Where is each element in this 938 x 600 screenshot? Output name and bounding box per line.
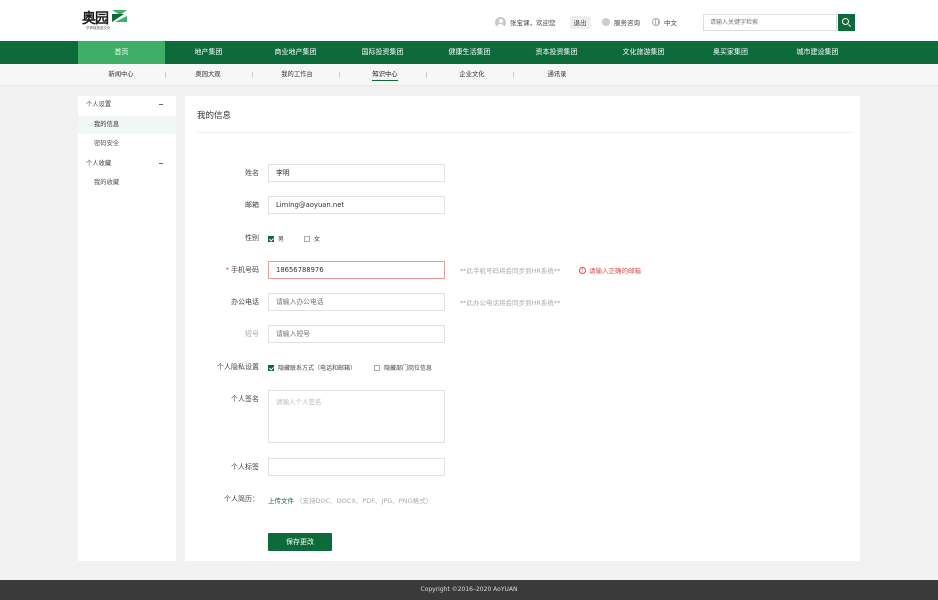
subnav-news[interactable]: 新闻中心: [107, 64, 135, 86]
name-label: 姓名: [245, 169, 259, 177]
service-label: 服务咨询: [614, 19, 640, 27]
privacy-hide-contact-option[interactable]: 隐藏联系方式（电话和邮箱）: [268, 363, 356, 372]
nav-real-estate[interactable]: 地产集团: [165, 41, 252, 64]
page-title: 我的信息: [197, 111, 232, 121]
logo[interactable]: 奥园 华侨城旅游文化: [82, 8, 128, 34]
error-icon: !: [579, 266, 586, 274]
checkbox-icon: [304, 235, 310, 242]
sidebar-group-favorites[interactable]: 个人收藏: [78, 155, 176, 173]
office-phone-hint: **此办公电话将会同步到HR系统**: [460, 299, 561, 307]
nav-home[interactable]: 首页: [78, 41, 165, 64]
service-link[interactable]: 服务咨询: [602, 17, 640, 27]
subnav-culture[interactable]: 企业文化: [458, 64, 486, 86]
sidebar-group-personal-settings[interactable]: 个人设置: [78, 96, 176, 114]
sidebar-item-password[interactable]: 密码安全: [78, 135, 176, 153]
office-phone-field[interactable]: [268, 293, 445, 311]
short-number-field[interactable]: [268, 325, 445, 343]
sidebar: 个人设置 我的信息 密码安全 个人收藏 我的收藏: [78, 96, 176, 561]
language-switch[interactable]: 中文: [652, 17, 677, 27]
sidebar-item-my-favorites[interactable]: 我的收藏: [78, 174, 176, 192]
gender-label: 性别: [245, 234, 259, 242]
tags-field[interactable]: [268, 458, 445, 476]
globe-icon: [652, 18, 660, 26]
user-area: 张宝课，欢迎您 退出: [495, 15, 591, 29]
nav-aomaijia[interactable]: 奥买家集团: [687, 41, 774, 64]
profile-form-panel: 我的信息 姓名 李明 邮箱 Liming@aoyuan.net 性别 男 女 *…: [185, 96, 860, 561]
save-button[interactable]: 保存更改: [268, 533, 332, 551]
privacy-label: 个人隐私设置: [217, 363, 259, 371]
search-button[interactable]: [838, 14, 855, 31]
signature-textarea[interactable]: 请输入个人签名: [268, 390, 445, 443]
sidebar-group-label: 个人收藏: [86, 160, 112, 167]
phone-hint: **此手机号码将会同步到HR系统**: [460, 267, 561, 275]
gender-male-option[interactable]: 男: [268, 234, 284, 243]
short-number-label: 短号: [245, 330, 259, 338]
checkbox-checked-icon: [268, 235, 274, 242]
nav-culture-travel[interactable]: 文化旅游集团: [600, 41, 687, 64]
gender-female-option[interactable]: 女: [304, 234, 320, 243]
logout-button[interactable]: 退出: [569, 15, 591, 29]
phone-field[interactable]: 18656788976: [268, 261, 445, 279]
collapse-icon: [159, 163, 163, 164]
footer: Copyright ©2016–2020 AoYUAN: [0, 580, 938, 600]
nav-capital[interactable]: 资本投资集团: [513, 41, 600, 64]
nav-health[interactable]: 健康生活集团: [426, 41, 513, 64]
email-field[interactable]: Liming@aoyuan.net: [268, 196, 445, 214]
welcome-text: 张宝课，欢迎您: [510, 19, 556, 27]
nav-city-construction[interactable]: 城市建设集团: [774, 41, 861, 64]
tags-label: 个人标签: [231, 463, 259, 471]
resume-label: 个人简历：: [224, 495, 259, 503]
logo-subtitle: 华侨城旅游文化: [86, 26, 111, 30]
sidebar-group-label: 个人设置: [86, 101, 112, 108]
office-phone-label: 办公电话: [231, 298, 259, 306]
checkbox-checked-icon: [268, 364, 274, 371]
subnav-workbench[interactable]: 我的工作台: [281, 64, 313, 86]
nav-international[interactable]: 国际投资集团: [339, 41, 426, 64]
required-marker: *: [225, 266, 230, 274]
upload-file-link[interactable]: 上传文件 （支持DOC、DOCX、PDF、JPG、PNG格式）: [268, 495, 432, 505]
email-label: 邮箱: [245, 201, 259, 209]
avatar-icon[interactable]: [495, 16, 506, 28]
checkbox-icon: [374, 364, 380, 371]
search-input[interactable]: [703, 14, 837, 31]
logo-mark-icon: [112, 10, 127, 22]
sub-nav: 新闻中心 奥园大观 我的工作台 知识中心 企业文化 通讯录: [0, 64, 938, 86]
privacy-hide-dept-option[interactable]: 隐藏部门岗位信息: [374, 363, 432, 372]
collapse-icon: [159, 104, 163, 105]
subnav-knowledge[interactable]: 知识中心: [372, 64, 398, 86]
sidebar-item-my-info[interactable]: 我的信息: [78, 116, 176, 134]
service-icon: [602, 18, 610, 26]
signature-label: 个人签名: [231, 395, 259, 403]
phone-label: * 手机号码: [225, 266, 260, 274]
language-label: 中文: [664, 19, 677, 27]
top-header: 奥园 华侨城旅游文化 张宝课，欢迎您 退出 服务咨询 中文: [0, 0, 938, 41]
main-nav: 首页 地产集团 商业地产集团 国际投资集团 健康生活集团 资本投资集团 文化旅游…: [0, 41, 938, 64]
name-field[interactable]: 李明: [268, 164, 445, 182]
subnav-directory[interactable]: 通讯录: [546, 64, 568, 86]
logo-text: 奥园: [82, 11, 109, 27]
phone-error: ! 请输入正确的邮箱: [579, 265, 641, 275]
nav-commercial[interactable]: 商业地产集团: [252, 41, 339, 64]
subnav-aoyuan-view[interactable]: 奥园大观: [194, 64, 222, 86]
upload-format-hint: （支持DOC、DOCX、PDF、JPG、PNG格式）: [296, 497, 433, 505]
